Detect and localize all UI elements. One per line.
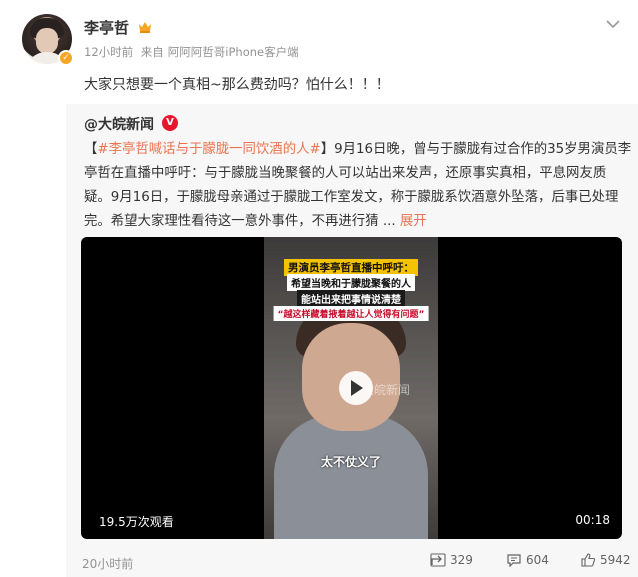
post-meta: 12小时前 来自 阿阿阿哲哥iPhone客户端 [84,44,303,60]
crown-icon [139,22,151,33]
like-button[interactable]: 5942 [580,553,631,571]
video-subtitle: 太不仗义了 [320,455,382,469]
play-button[interactable] [339,371,373,405]
post-source: 阿阿阿哲哥iPhone客户端 [167,45,299,59]
repost-footer: 20小时前 329 604 5942 [66,550,638,574]
repost-author[interactable]: @大皖新闻 [84,114,154,134]
video-duration: 00:18 [575,513,610,527]
comment-count: 604 [526,553,549,567]
video-caption-4: “越这样藏着掖着越让人觉得有问题” [273,306,429,321]
verified-red-icon: V [162,115,178,131]
post-text: 大家只想要一个真相~那么费劲吗？怕什么！！！ [84,77,390,93]
expand-link[interactable]: 展开 [400,214,427,229]
topic-link[interactable]: #李亭哲喊话与于朦胧一同饮酒的人# [97,142,320,157]
post-header: ✓ 李亭哲 12小时前 来自 阿阿阿哲哥iPhone客户端 [22,14,622,70]
thumbs-up-icon [581,553,596,567]
view-count: 19.5万次观看 [99,515,174,529]
like-count: 5942 [600,553,631,567]
video-player[interactable]: 男演员李亭哲直播中呼吁： 希望当晚和于朦胧聚餐的人 能站出来把事情说清楚 “越这… [81,237,622,539]
bracket-close: 】 [320,142,335,157]
chevron-down-icon[interactable] [604,18,622,30]
repost-card: @大皖新闻 V 【#李亭哲喊话与于朦胧一同饮酒的人#】9月16日晚，曾与于朦胧有… [66,104,638,577]
post-time[interactable]: 12小时前 [84,45,133,59]
verified-badge-icon: ✓ [58,50,74,66]
source-prefix: 来自 [140,45,164,59]
author-name[interactable]: 李亭哲 [84,17,129,38]
share-icon [430,553,446,567]
comment-icon [507,554,521,568]
comment-button[interactable]: 604 [506,553,549,571]
video-caption-3: 能站出来把事情说清楚 [297,290,405,307]
repost-body: 【#李亭哲喊话与于朦胧一同饮酒的人#】9月16日晚，曾与于朦胧有过合作的35岁男… [84,138,632,234]
video-caption-2: 希望当晚和于朦胧聚餐的人 [287,274,415,291]
share-count: 329 [450,553,473,567]
repost-time[interactable]: 20小时前 [82,555,133,572]
share-button[interactable]: 329 [430,553,473,571]
bracket-open: 【 [84,142,98,157]
play-icon [351,380,363,396]
weibo-post: ✓ 李亭哲 12小时前 来自 阿阿阿哲哥iPhone客户端 大家只想要一个真相~那… [0,0,638,577]
